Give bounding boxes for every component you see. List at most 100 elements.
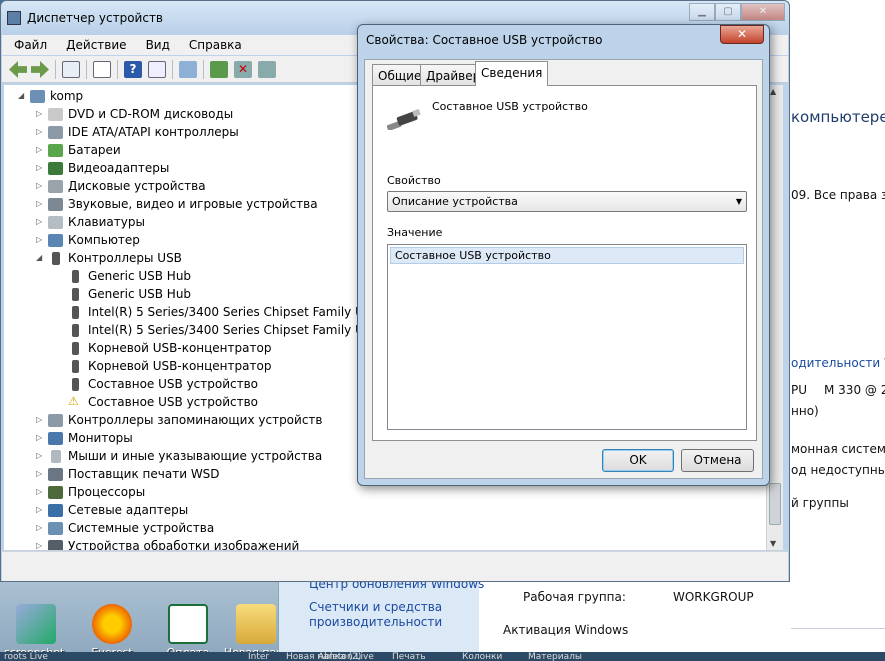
value-list-item[interactable]: Составное USB устройство xyxy=(390,247,744,264)
expand-arrow-icon[interactable]: ▷ xyxy=(36,469,42,478)
expand-arrow-icon[interactable]: ▷ xyxy=(36,217,42,226)
expand-arrow-icon[interactable]: ▷ xyxy=(36,541,42,550)
usb-plug-icon xyxy=(72,288,79,301)
system-heading: компьютере xyxy=(791,108,885,126)
close-button[interactable]: ✕ xyxy=(741,3,785,21)
tab-general-label: Общие xyxy=(378,69,422,83)
speaker-icon xyxy=(48,198,63,211)
expand-arrow-icon[interactable]: ▷ xyxy=(36,415,42,424)
property-dropdown-value: Описание устройства xyxy=(392,195,518,208)
battery-icon xyxy=(48,144,63,157)
performance-tools-link[interactable]: Счетчики и средства производительности xyxy=(309,600,459,630)
chevron-down-icon: ▼ xyxy=(735,197,742,206)
usb-plug-icon xyxy=(72,324,79,337)
uninstall-device-icon[interactable]: ✕ xyxy=(234,61,252,78)
toolbar-separator xyxy=(172,60,173,79)
scroll-up-arrow-icon[interactable]: ▲ xyxy=(770,87,776,96)
window-controls: ▁ ▢ ✕ xyxy=(689,3,785,21)
tab-details[interactable]: Сведения xyxy=(475,61,549,86)
menu-action[interactable]: Действие xyxy=(54,35,133,52)
expand-arrow-icon[interactable]: ▷ xyxy=(36,127,42,136)
menu-file[interactable]: Файл xyxy=(2,35,54,52)
usb-plug-icon xyxy=(72,306,79,319)
dialog-close-button[interactable]: ✕ xyxy=(720,25,764,44)
taskbar-fragment: Колонки xyxy=(462,652,503,661)
close-icon: ✕ xyxy=(736,27,748,41)
everest-app-icon xyxy=(92,604,132,644)
expand-arrow-icon[interactable]: ▷ xyxy=(36,235,42,244)
workgroup-value: WORKGROUP xyxy=(673,590,754,604)
workgroup-section-text: й группы xyxy=(791,496,849,510)
computer-icon xyxy=(30,90,45,103)
collapse-arrow-icon[interactable]: ◢ xyxy=(18,91,24,100)
folder-icon xyxy=(236,604,276,644)
expand-arrow-icon[interactable]: ▷ xyxy=(36,433,42,442)
scan-hardware-icon[interactable] xyxy=(179,61,197,78)
section-divider xyxy=(791,628,885,629)
ok-button[interactable]: OK xyxy=(602,449,674,472)
help-icon[interactable]: ? xyxy=(124,61,142,78)
property-dropdown[interactable]: Описание устройства ▼ xyxy=(387,191,747,212)
pen-input-text: од недоступны д xyxy=(791,463,885,477)
storage-controller-icon xyxy=(48,414,63,427)
disable-device-icon[interactable] xyxy=(258,61,276,78)
expand-arrow-icon[interactable]: ▷ xyxy=(36,109,42,118)
cancel-button[interactable]: Отмена xyxy=(681,449,754,472)
expand-arrow-icon[interactable]: ▷ xyxy=(36,487,42,496)
toolbar-separator xyxy=(86,60,87,79)
cpu-text-a: PU xyxy=(791,383,808,397)
expand-arrow-icon[interactable]: ▷ xyxy=(36,163,42,172)
value-label: Значение xyxy=(387,226,443,239)
taskbar-fragment: Inter xyxy=(248,652,270,661)
maximize-button[interactable]: ▢ xyxy=(715,3,741,21)
toolbar-separator xyxy=(55,60,56,79)
usb-plug-icon xyxy=(387,108,421,130)
console-tree-icon[interactable] xyxy=(62,61,80,78)
ide-controller-icon xyxy=(48,126,63,139)
copyright-text: 09. Все права защ xyxy=(791,188,885,202)
menu-view[interactable]: Вид xyxy=(134,35,177,52)
tab-driver-label: Драйвер xyxy=(426,69,481,83)
forward-arrow-icon[interactable] xyxy=(31,61,49,78)
cpu-text-c: нно) xyxy=(791,404,819,418)
taskbar-fragment: Печать xyxy=(392,652,426,661)
property-label: Свойство xyxy=(387,174,441,187)
usb-plug-icon xyxy=(72,378,79,391)
expand-arrow-icon[interactable]: ▷ xyxy=(36,181,42,190)
usb-plug-icon xyxy=(72,360,79,373)
expand-arrow-icon[interactable]: ▷ xyxy=(36,505,42,514)
update-driver-icon[interactable] xyxy=(210,61,228,78)
screenshot-file-icon xyxy=(16,604,56,644)
scroll-thumb[interactable] xyxy=(769,483,781,525)
cpu-text-b: M 330 @ 2.1 xyxy=(824,383,885,397)
expand-arrow-icon[interactable]: ▷ xyxy=(36,145,42,154)
os-type-text: монная система xyxy=(791,442,885,456)
device-name: Составное USB устройство xyxy=(432,100,588,113)
minimize-button[interactable]: ▁ xyxy=(689,3,715,21)
value-list[interactable]: Составное USB устройство xyxy=(387,244,747,430)
back-arrow-icon[interactable] xyxy=(9,61,27,78)
keyboard-icon xyxy=(48,216,63,229)
warning-icon: ⚠ xyxy=(68,394,79,408)
toolbar-separator xyxy=(117,60,118,79)
properties-icon[interactable] xyxy=(93,61,111,78)
collapse-arrow-icon[interactable]: ◢ xyxy=(36,253,42,262)
computer-icon xyxy=(48,234,63,247)
details-tab-page: Составное USB устройство Свойство Описан… xyxy=(372,85,757,441)
performance-link[interactable]: одительности Win xyxy=(791,356,885,370)
expand-arrow-icon[interactable]: ▷ xyxy=(36,523,42,532)
menu-help[interactable]: Справка xyxy=(177,35,249,52)
usb-plug-icon xyxy=(72,342,79,355)
dvd-drive-icon xyxy=(48,108,63,121)
expand-arrow-icon[interactable]: ▷ xyxy=(36,199,42,208)
scroll-down-arrow-icon[interactable]: ▼ xyxy=(770,539,776,548)
printer-icon xyxy=(48,468,63,481)
dialog-title: Свойства: Составное USB устройство xyxy=(366,33,603,47)
expand-arrow-icon[interactable]: ▷ xyxy=(36,451,42,460)
status-bar xyxy=(2,551,788,581)
camera-icon xyxy=(48,540,63,550)
action-pane-icon[interactable] xyxy=(148,61,166,78)
taskbar-fragment: Ableton Live xyxy=(318,652,374,661)
excel-file-icon xyxy=(168,604,208,644)
processor-icon xyxy=(48,486,63,499)
